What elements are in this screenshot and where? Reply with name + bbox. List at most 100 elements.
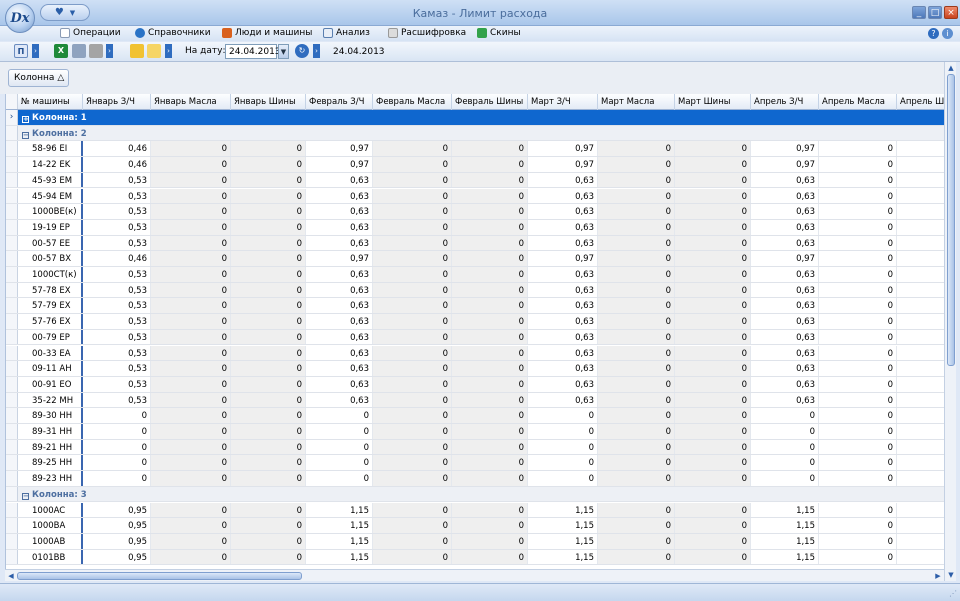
value-cell[interactable]: 0	[452, 392, 528, 408]
scroll-up-icon[interactable]: ▲	[946, 63, 956, 73]
value-cell[interactable]: 0,63	[751, 329, 819, 345]
vehicle-number-cell[interactable]: 00-57 BX	[18, 251, 83, 266]
value-cell[interactable]: 0	[819, 376, 897, 392]
value-cell[interactable]: 0	[452, 219, 528, 235]
vehicle-number-cell[interactable]: 89-31 HH	[18, 424, 83, 439]
row-indicator[interactable]	[6, 533, 18, 549]
table-row[interactable]: 14-22 EK 0,46 0 0 0,97 0 0 0,97 0 0 0,97 0	[6, 157, 944, 173]
value-cell[interactable]: 0	[306, 424, 373, 439]
table-row[interactable]: 57-79 EX 0,53 0 0 0,63 0 0 0,63 0 0 0,63 0	[6, 298, 944, 315]
value-cell[interactable]: 0	[452, 345, 528, 361]
value-cell[interactable]: 1,15	[306, 533, 373, 549]
value-cell[interactable]: 0	[675, 141, 751, 157]
value-cell[interactable]: 0,63	[306, 298, 373, 314]
value-cell[interactable]: 0	[151, 235, 231, 251]
column-header[interactable]: Январь Масла	[151, 94, 231, 110]
value-cell[interactable]: 0	[452, 549, 528, 565]
value-cell[interactable]: 0	[819, 188, 897, 204]
value-cell[interactable]: 0	[452, 267, 528, 282]
value-cell[interactable]: 0	[373, 329, 452, 345]
value-cell[interactable]: 0,63	[751, 172, 819, 188]
value-cell[interactable]: 0	[675, 157, 751, 172]
value-cell[interactable]: 0,63	[306, 329, 373, 345]
value-cell[interactable]: 1,15	[306, 502, 373, 518]
value-cell[interactable]: 0	[151, 408, 231, 423]
column-header[interactable]: Март З/Ч	[528, 94, 598, 110]
vehicle-number-cell[interactable]: 00-79 EP	[18, 329, 83, 345]
value-cell[interactable]: 0,63	[528, 204, 598, 219]
value-cell[interactable]: 0	[373, 518, 452, 533]
table-row[interactable]: 45-93 EM 0,53 0 0 0,63 0 0 0,63 0 0 0,63 0	[6, 172, 944, 189]
vehicle-number-cell[interactable]: 09-11 AH	[18, 361, 83, 376]
vehicle-number-cell[interactable]: 00-57 EE	[18, 235, 83, 251]
table-row[interactable]: 89-31 HH 0 0 0 0 0 0 0 0 0 0 0	[6, 424, 944, 440]
value-cell[interactable]: 0	[751, 424, 819, 439]
value-cell[interactable]: 0	[231, 219, 306, 235]
table-row[interactable]: 89-25 HH 0 0 0 0 0 0 0 0 0 0 0	[6, 455, 944, 472]
value-cell[interactable]: 1,15	[528, 533, 598, 549]
value-cell[interactable]: 0	[231, 549, 306, 565]
vehicle-number-cell[interactable]: 35-22 MH	[18, 392, 83, 408]
value-cell[interactable]: 0,97	[306, 157, 373, 172]
value-cell[interactable]: 0	[373, 392, 452, 408]
value-cell[interactable]: 0	[373, 471, 452, 486]
value-cell[interactable]: 0	[151, 157, 231, 172]
value-cell[interactable]: 0	[151, 282, 231, 298]
value-cell[interactable]: 0	[598, 455, 675, 471]
toolbar-overflow-button[interactable]: ›	[313, 44, 320, 58]
value-cell[interactable]: 1,15	[751, 518, 819, 533]
value-cell[interactable]: 0	[373, 424, 452, 439]
value-cell[interactable]: 0,53	[83, 298, 151, 314]
value-cell[interactable]: 0	[528, 424, 598, 439]
value-cell[interactable]: 0	[231, 361, 306, 376]
column-header[interactable]: Январь З/Ч	[83, 94, 151, 110]
value-cell[interactable]: 0	[528, 439, 598, 455]
value-cell[interactable]: 0	[819, 235, 897, 251]
value-cell[interactable]: 0	[675, 345, 751, 361]
value-cell[interactable]: 0	[598, 361, 675, 376]
close-button[interactable]: ×	[944, 6, 958, 19]
value-cell[interactable]: 0	[151, 376, 231, 392]
value-cell[interactable]: 0	[151, 549, 231, 565]
value-cell[interactable]: 0	[452, 439, 528, 455]
value-cell[interactable]: 0,46	[83, 141, 151, 157]
horizontal-scroll-thumb[interactable]	[17, 572, 302, 580]
value-cell[interactable]: 0	[452, 251, 528, 266]
column-header[interactable]: Февраль З/Ч	[306, 94, 373, 110]
value-cell[interactable]: 0,63	[306, 235, 373, 251]
vehicle-number-cell[interactable]: 00-33 EA	[18, 345, 83, 361]
table-row[interactable]: 89-23 HH 0 0 0 0 0 0 0 0 0 0 0	[6, 471, 944, 487]
value-cell[interactable]: 0	[819, 219, 897, 235]
row-indicator[interactable]	[6, 314, 18, 329]
vehicle-number-cell[interactable]: 14-22 EK	[18, 157, 83, 172]
value-cell[interactable]: 0	[452, 157, 528, 172]
vehicle-number-cell[interactable]: 89-23 HH	[18, 471, 83, 486]
menu-analysis[interactable]: Анализ	[323, 28, 370, 38]
toolbar-overflow-button[interactable]: ›	[165, 44, 172, 58]
refresh-icon[interactable]: ↻	[295, 44, 309, 58]
value-cell[interactable]: 0,97	[751, 251, 819, 266]
value-cell[interactable]: 0	[373, 251, 452, 266]
row-indicator[interactable]	[6, 471, 18, 486]
value-cell[interactable]: 0	[751, 439, 819, 455]
value-cell[interactable]: 0,63	[528, 188, 598, 204]
value-cell[interactable]: 0,95	[83, 549, 151, 565]
value-cell[interactable]: 0	[231, 471, 306, 486]
value-cell[interactable]: 0,97	[528, 157, 598, 172]
value-cell[interactable]: 0,63	[528, 235, 598, 251]
value-cell[interactable]: 0,63	[306, 219, 373, 235]
value-cell[interactable]: 0	[373, 549, 452, 565]
value-cell[interactable]: 0	[151, 424, 231, 439]
row-indicator[interactable]	[6, 235, 18, 251]
value-cell[interactable]: 0	[675, 204, 751, 219]
table-row[interactable]: 57-76 EX 0,53 0 0 0,63 0 0 0,63 0 0 0,63 0	[6, 314, 944, 330]
value-cell[interactable]: 0	[231, 141, 306, 157]
value-cell[interactable]: 0	[373, 267, 452, 282]
value-cell[interactable]: 0	[151, 267, 231, 282]
pages-icon[interactable]: П	[14, 44, 28, 58]
value-cell[interactable]: 0	[819, 471, 897, 486]
value-cell[interactable]: 0	[452, 502, 528, 518]
value-cell[interactable]: 0	[373, 439, 452, 455]
value-cell[interactable]: 0	[452, 314, 528, 329]
table-row[interactable]: 00-33 EA 0,53 0 0 0,63 0 0 0,63 0 0 0,63 0	[6, 345, 944, 362]
